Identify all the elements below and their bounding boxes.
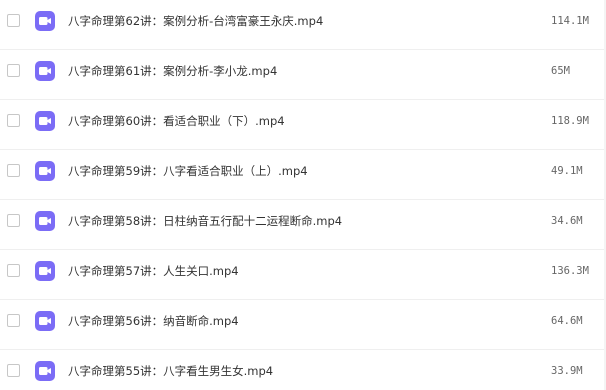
file-size: 136.3M [551, 265, 589, 277]
file-size: 34.6M [551, 215, 583, 227]
file-row[interactable]: 八字命理第59讲：八字看适合职业（上）.mp4 49.1M [0, 150, 606, 200]
row-checkbox[interactable] [7, 164, 20, 177]
file-row[interactable]: 八字命理第60讲：看适合职业（下）.mp4 118.9M [0, 100, 606, 150]
video-file-icon [35, 311, 55, 331]
video-file-icon [35, 211, 55, 231]
video-file-icon [35, 111, 55, 131]
file-name[interactable]: 八字命理第60讲：看适合职业（下）.mp4 [68, 114, 285, 128]
file-size: 65M [551, 65, 570, 77]
video-file-icon [35, 61, 55, 81]
video-file-icon [35, 261, 55, 281]
file-row[interactable]: 八字命理第58讲：日柱纳音五行配十二运程断命.mp4 34.6M [0, 200, 606, 250]
file-row[interactable]: 八字命理第61讲：案例分析-李小龙.mp4 65M [0, 50, 606, 100]
file-size: 118.9M [551, 115, 589, 127]
row-checkbox[interactable] [7, 14, 20, 27]
row-checkbox[interactable] [7, 314, 20, 327]
row-checkbox[interactable] [7, 214, 20, 227]
file-name[interactable]: 八字命理第56讲：纳音断命.mp4 [68, 314, 239, 328]
file-name[interactable]: 八字命理第59讲：八字看适合职业（上）.mp4 [68, 164, 308, 178]
file-name[interactable]: 八字命理第58讲：日柱纳音五行配十二运程断命.mp4 [68, 214, 342, 228]
file-row[interactable]: 八字命理第57讲：人生关口.mp4 136.3M [0, 250, 606, 300]
row-checkbox[interactable] [7, 264, 20, 277]
file-size: 64.6M [551, 315, 583, 327]
row-checkbox[interactable] [7, 364, 20, 377]
file-row[interactable]: 八字命理第62讲：案例分析-台湾富豪王永庆.mp4 114.1M [0, 0, 606, 50]
file-list: 八字命理第62讲：案例分析-台湾富豪王永庆.mp4 114.1M 八字命理第61讲：… [0, 0, 606, 390]
file-size: 49.1M [551, 165, 583, 177]
video-file-icon [35, 11, 55, 31]
video-file-icon [35, 161, 55, 181]
row-checkbox[interactable] [7, 114, 20, 127]
file-name[interactable]: 八字命理第55讲：八字看生男生女.mp4 [68, 364, 273, 378]
file-row[interactable]: 八字命理第56讲：纳音断命.mp4 64.6M [0, 300, 606, 350]
file-name[interactable]: 八字命理第61讲：案例分析-李小龙.mp4 [68, 64, 277, 78]
row-checkbox[interactable] [7, 64, 20, 77]
file-size: 33.9M [551, 365, 583, 377]
file-size: 114.1M [551, 15, 589, 27]
video-file-icon [35, 361, 55, 381]
file-row[interactable]: 八字命理第55讲：八字看生男生女.mp4 33.9M [0, 350, 606, 390]
file-name[interactable]: 八字命理第57讲：人生关口.mp4 [68, 264, 239, 278]
file-name[interactable]: 八字命理第62讲：案例分析-台湾富豪王永庆.mp4 [68, 14, 323, 28]
